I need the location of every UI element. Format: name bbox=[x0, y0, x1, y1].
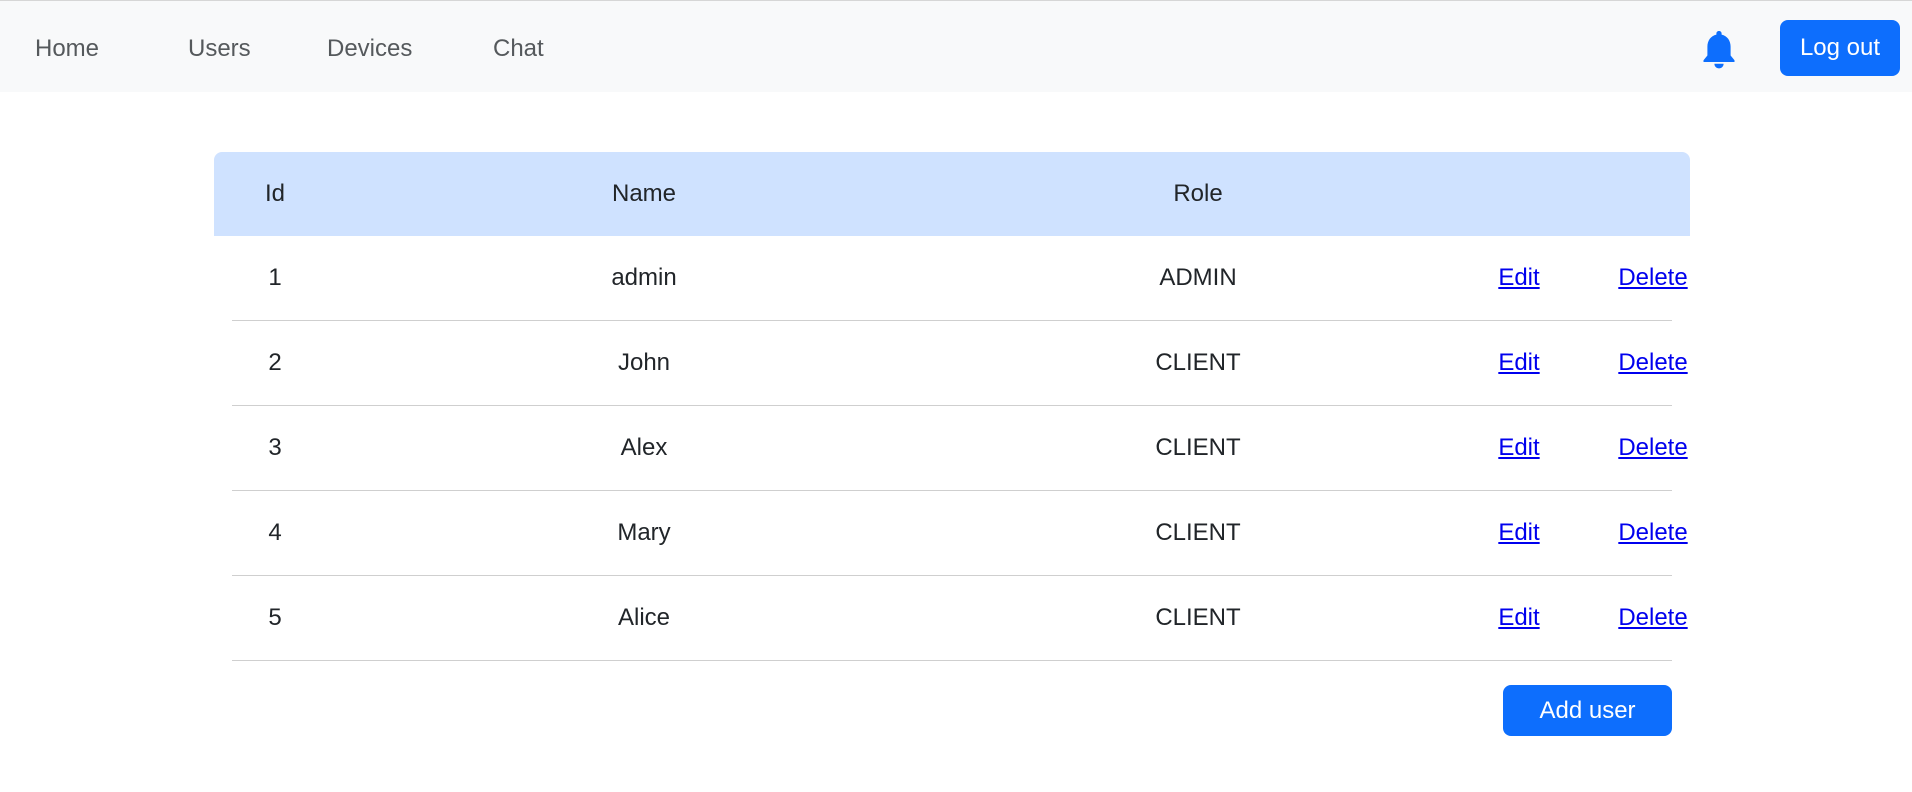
nav-home-link[interactable]: Home bbox=[35, 31, 99, 67]
row-id-cell: 2 bbox=[268, 349, 282, 376]
row-id-cell: 5 bbox=[268, 604, 282, 631]
row-name-cell: admin bbox=[611, 264, 677, 291]
row-name-cell: John bbox=[617, 349, 671, 376]
row-name-cell: Alice bbox=[617, 604, 671, 631]
table-header: Id Name Role bbox=[214, 152, 1690, 236]
table-row: 5 Alice CLIENT Edit Delete bbox=[232, 576, 1688, 661]
row-id-cell: 4 bbox=[268, 519, 282, 546]
delete-link[interactable]: Delete bbox=[1618, 264, 1687, 292]
bell-icon[interactable] bbox=[1701, 29, 1737, 69]
row-role-cell: CLIENT bbox=[1155, 434, 1241, 461]
column-header-id: Id bbox=[264, 180, 285, 207]
row-id-cell: 3 bbox=[268, 434, 282, 461]
edit-link[interactable]: Edit bbox=[1498, 604, 1539, 632]
column-header-name: Name bbox=[611, 180, 677, 207]
row-role-cell: CLIENT bbox=[1155, 604, 1241, 631]
delete-link[interactable]: Delete bbox=[1618, 434, 1687, 462]
row-role-cell: ADMIN bbox=[1159, 264, 1237, 291]
table-row: 3 Alex CLIENT Edit Delete bbox=[232, 406, 1688, 491]
row-role-cell: CLIENT bbox=[1155, 349, 1241, 376]
row-role-cell: CLIENT bbox=[1155, 519, 1241, 546]
edit-link[interactable]: Edit bbox=[1498, 434, 1539, 462]
edit-link[interactable]: Edit bbox=[1498, 264, 1539, 292]
table-row: 2 John CLIENT Edit Delete bbox=[232, 321, 1688, 406]
column-header-role: Role bbox=[1173, 180, 1223, 207]
nav-users-link[interactable]: Users bbox=[188, 31, 251, 67]
table-row: 4 Mary CLIENT Edit Delete bbox=[232, 491, 1688, 576]
nav-devices-link[interactable]: Devices bbox=[327, 31, 412, 67]
table-row: 1 admin ADMIN Edit Delete bbox=[232, 236, 1688, 321]
row-name-cell: Mary bbox=[617, 519, 671, 546]
top-navbar: Home Users Devices Chat Log out bbox=[0, 0, 1912, 92]
users-table: Id Name Role 1 admin ADMIN Edit Delete 2… bbox=[214, 152, 1690, 661]
add-user-button[interactable]: Add user bbox=[1503, 685, 1672, 736]
row-name-cell: Alex bbox=[620, 434, 668, 461]
logout-button[interactable]: Log out bbox=[1780, 20, 1900, 76]
nav-chat-link[interactable]: Chat bbox=[493, 31, 544, 67]
delete-link[interactable]: Delete bbox=[1618, 349, 1687, 377]
edit-link[interactable]: Edit bbox=[1498, 349, 1539, 377]
delete-link[interactable]: Delete bbox=[1618, 519, 1687, 547]
row-id-cell: 1 bbox=[268, 264, 282, 291]
delete-link[interactable]: Delete bbox=[1618, 604, 1687, 632]
edit-link[interactable]: Edit bbox=[1498, 519, 1539, 547]
